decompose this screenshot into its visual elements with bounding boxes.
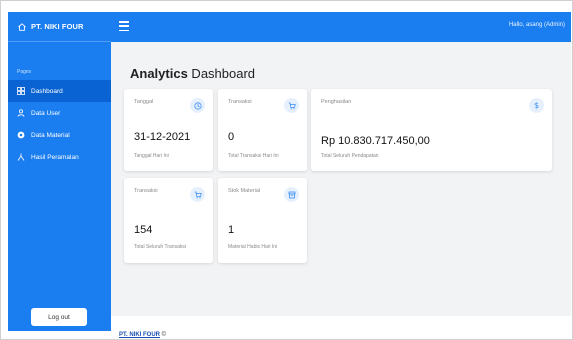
archive-icon — [284, 187, 299, 202]
brand[interactable]: PT. NIKI FOUR — [8, 12, 111, 42]
main-content: Analytics Dashboard Tanggal 31-12-2021 T… — [111, 42, 571, 316]
sidebar: PT. NIKI FOUR Pages Dashboard Data User — [8, 12, 111, 331]
home-icon — [17, 22, 27, 32]
app-frame: PT. NIKI FOUR Pages Dashboard Data User — [0, 0, 573, 340]
sidebar-item-label: Data Material — [31, 131, 70, 139]
card-subtitle: Total Transaksi Hari Ini — [228, 153, 279, 159]
page-title-rest: Dashboard — [187, 66, 256, 81]
card-tanggal: Tanggal 31-12-2021 Tanggal Hari Ini — [124, 89, 213, 171]
card-value: Rp 10.830.717.450,00 — [321, 135, 430, 147]
sidebar-section-label: Pages — [17, 69, 32, 75]
card-transaksi-total: Transaksi 154 Total Seluruh Transaksi — [124, 178, 213, 263]
card-value: 31-12-2021 — [134, 131, 191, 143]
card-transaksi-hari-ini: Transaksi 0 Total Transaksi Hari Ini — [218, 89, 307, 171]
footer-copyright: © — [160, 332, 167, 338]
clock-icon — [190, 98, 205, 113]
user-icon — [17, 109, 25, 117]
logout-button[interactable]: Log out — [31, 308, 87, 326]
sidebar-item-data-material[interactable]: Data Material — [8, 124, 111, 146]
sidebar-item-dashboard[interactable]: Dashboard — [8, 80, 111, 102]
card-label: Penghasilan — [321, 99, 352, 105]
user-greeting[interactable]: Hallo, asang (Admin) — [509, 22, 565, 28]
card-subtitle: Tanggal Hari Ini — [134, 153, 169, 159]
topbar: Hallo, asang (Admin) — [111, 12, 571, 42]
card-penghasilan: Penghasilan $ Rp 10.830.717.450,00 Total… — [311, 89, 552, 171]
card-label: Tanggal — [134, 99, 154, 105]
dollar-icon: $ — [529, 98, 544, 113]
cart-icon — [284, 98, 299, 113]
menu-toggle-icon[interactable] — [119, 21, 129, 31]
sidebar-item-data-user[interactable]: Data User — [8, 102, 111, 124]
footer-brand-link[interactable]: PT. NIKI FOUR — [119, 332, 160, 338]
card-subtitle: Material Habis Hari Ini — [228, 244, 278, 250]
chart-icon — [17, 153, 25, 161]
sidebar-item-label: Data User — [31, 109, 61, 117]
sidebar-item-label: Hasil Peramalan — [31, 153, 79, 161]
card-value: 0 — [228, 131, 235, 143]
brand-name: PT. NIKI FOUR — [31, 22, 84, 31]
card-value: 1 — [228, 224, 235, 236]
card-label: Transaksi — [134, 188, 158, 194]
database-icon — [17, 131, 25, 139]
card-subtitle: Total Seluruh Pendapatan — [321, 153, 379, 159]
sidebar-item-label: Dashboard — [31, 87, 63, 95]
card-label: Stok Material — [228, 188, 261, 194]
card-subtitle: Total Seluruh Transaksi — [134, 244, 186, 250]
footer-text: PT. NIKI FOUR © — [119, 332, 166, 338]
cart-icon — [190, 187, 205, 202]
sidebar-item-hasil-peramalan[interactable]: Hasil Peramalan — [8, 146, 111, 168]
sidebar-nav: Dashboard Data User Data Material Hasil … — [8, 80, 111, 168]
footer: PT. NIKI FOUR © — [111, 316, 571, 339]
card-stok-material: Stok Material 1 Material Habis Hari Ini — [218, 178, 307, 263]
card-value: 154 — [134, 224, 153, 236]
grid-icon — [17, 87, 25, 95]
card-label: Transaksi — [228, 99, 252, 105]
page-title: Analytics Dashboard — [130, 66, 255, 81]
page-title-bold: Analytics — [130, 66, 188, 81]
